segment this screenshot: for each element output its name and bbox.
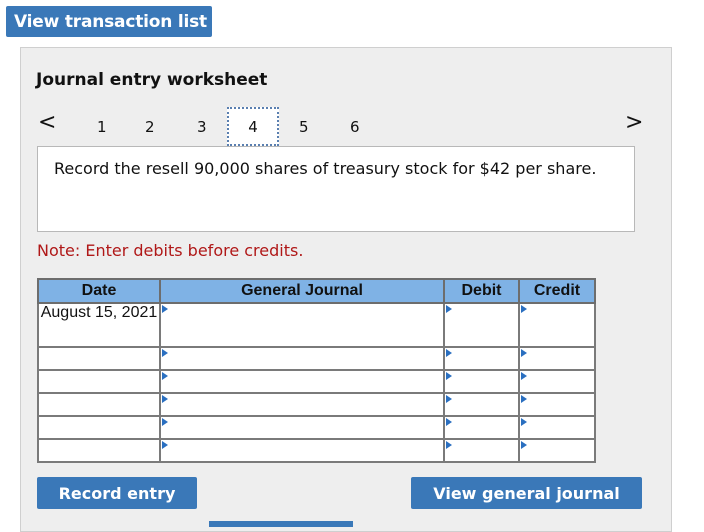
worksheet-title: Journal entry worksheet [36,70,268,90]
next-step-chevron-icon[interactable]: > [625,112,643,134]
credit-cell[interactable] [518,438,596,463]
record-entry-button[interactable]: Record entry [37,477,197,509]
step-6-tab[interactable]: 6 [350,118,360,136]
account-cell[interactable] [159,302,445,348]
column-header-date: Date [37,278,161,304]
table-row [37,438,596,463]
account-cell[interactable] [159,346,445,371]
input-marker-icon [446,441,452,449]
table-row [37,415,596,440]
input-marker-icon [446,305,452,313]
view-transaction-list-button[interactable]: View transaction list [6,6,212,37]
dropdown-marker-icon [162,441,168,449]
date-cell[interactable] [37,369,161,394]
prev-step-chevron-icon[interactable]: < [38,112,56,134]
credit-cell[interactable] [518,392,596,417]
column-header-general-journal: General Journal [159,278,445,304]
step-5-tab[interactable]: 5 [299,118,309,136]
step-1-tab[interactable]: 1 [97,118,107,136]
account-cell[interactable] [159,415,445,440]
account-cell[interactable] [159,369,445,394]
debit-cell[interactable] [443,369,520,394]
date-cell[interactable] [37,346,161,371]
dropdown-marker-icon [162,395,168,403]
debit-cell[interactable] [443,302,520,348]
input-marker-icon [521,441,527,449]
journal-table: Date General Journal Debit Credit August… [37,278,596,463]
account-cell[interactable] [159,392,445,417]
credit-cell[interactable] [518,369,596,394]
input-marker-icon [521,395,527,403]
credit-cell[interactable] [518,415,596,440]
step-2-tab[interactable]: 2 [145,118,155,136]
dropdown-marker-icon [162,305,168,313]
input-marker-icon [446,395,452,403]
input-marker-icon [446,418,452,426]
account-cell[interactable] [159,438,445,463]
credit-cell[interactable] [518,302,596,348]
input-marker-icon [521,305,527,313]
dropdown-marker-icon [162,418,168,426]
view-general-journal-button[interactable]: View general journal [411,477,642,509]
credit-cell[interactable] [518,346,596,371]
date-cell[interactable] [37,392,161,417]
table-header-row: Date General Journal Debit Credit [37,278,596,304]
date-cell[interactable] [37,438,161,463]
clear-entry-button-edge[interactable] [209,521,353,527]
step-4-tab[interactable]: 4 [227,107,279,146]
dropdown-marker-icon [162,372,168,380]
date-cell[interactable]: August 15, 2021 [37,302,161,348]
dropdown-marker-icon [162,349,168,357]
debits-note: Note: Enter debits before credits. [37,241,304,260]
input-marker-icon [521,372,527,380]
worksheet-panel: Journal entry worksheet < 1 2 3 4 5 6 > … [20,47,672,532]
column-header-credit: Credit [518,278,596,304]
debit-cell[interactable] [443,392,520,417]
column-header-debit: Debit [443,278,520,304]
input-marker-icon [446,372,452,380]
table-row [37,392,596,417]
debit-cell[interactable] [443,438,520,463]
date-cell[interactable] [37,415,161,440]
transaction-prompt: Record the resell 90,000 shares of treas… [37,146,635,232]
table-row [37,369,596,394]
input-marker-icon [521,418,527,426]
input-marker-icon [521,349,527,357]
table-row [37,346,596,371]
step-3-tab[interactable]: 3 [197,118,207,136]
debit-cell[interactable] [443,346,520,371]
input-marker-icon [446,349,452,357]
table-row: August 15, 2021 [37,302,596,348]
debit-cell[interactable] [443,415,520,440]
